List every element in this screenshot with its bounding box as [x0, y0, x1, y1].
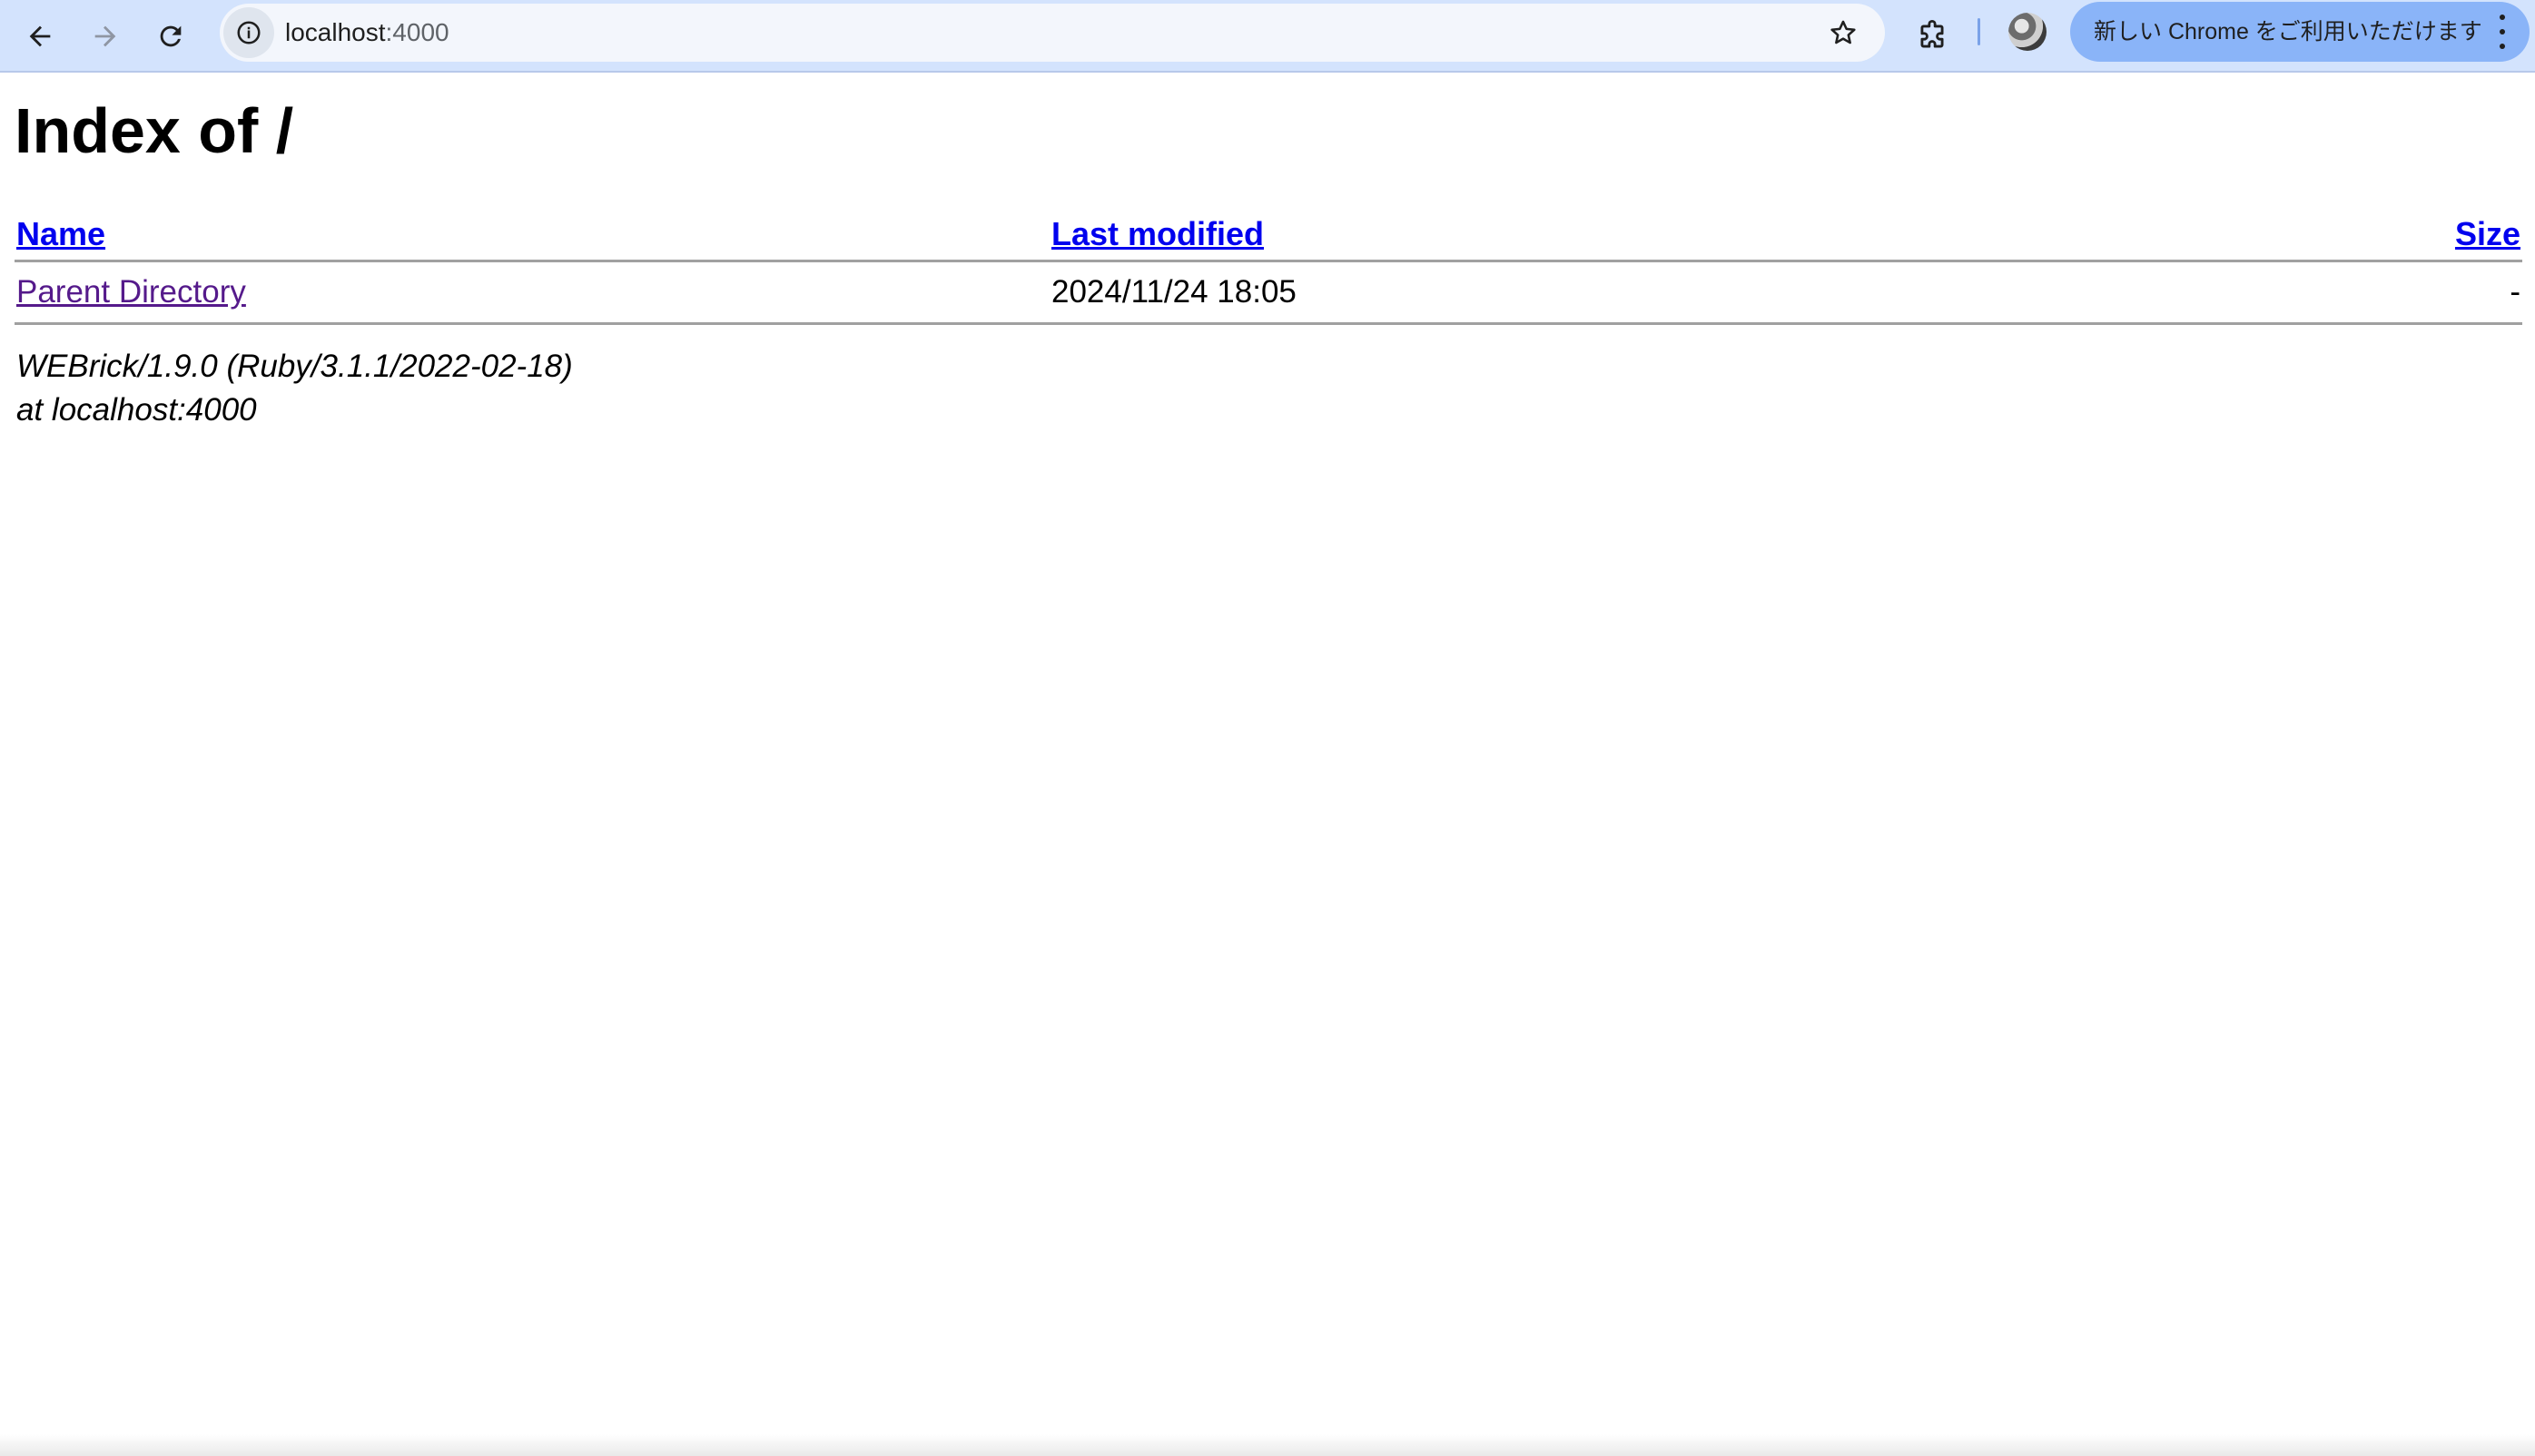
profile-avatar[interactable] [2008, 13, 2047, 51]
chrome-update-button[interactable]: 新しい Chrome をご利用いただけます [2070, 2, 2530, 62]
entry-last-modified: 2024/11/24 18:05 [1051, 274, 1297, 310]
page-content: Index of / Name Last modified Size Paren… [0, 73, 2535, 1456]
entry-size: - [2510, 274, 2520, 310]
window-bottom-edge [0, 1434, 2535, 1456]
address-bar[interactable]: localhost:4000 [220, 4, 1885, 62]
update-button-label: 新しい Chrome をご利用いただけます [2094, 19, 2482, 44]
parent-directory-link[interactable]: Parent Directory [16, 262, 246, 322]
extensions-puzzle-icon [1920, 20, 1944, 48]
back-button[interactable] [15, 11, 65, 62]
extensions-button[interactable] [1907, 11, 1958, 62]
table-row: Parent Directory 2024/11/24 18:05 - [15, 262, 2522, 322]
site-info-button[interactable] [223, 7, 274, 58]
server-signature: WEBrick/1.9.0 (Ruby/3.1.1/2022-02-18) [16, 349, 573, 384]
forward-button[interactable] [80, 11, 131, 62]
listing-divider [15, 322, 2522, 325]
sort-by-size-link[interactable]: Size [2455, 209, 2520, 260]
toolbar-separator [1978, 18, 1980, 45]
sort-by-last-modified-link[interactable]: Last modified [1051, 209, 1264, 260]
url-port: :4000 [385, 18, 449, 46]
info-icon [237, 21, 261, 44]
more-vert-icon[interactable] [2493, 15, 2511, 49]
url-host: localhost [285, 18, 386, 46]
url-text[interactable]: localhost:4000 [285, 4, 449, 62]
back-arrow-icon [29, 25, 51, 47]
bookmark-button[interactable] [1821, 11, 1865, 54]
listing-header-row: Name Last modified Size [15, 209, 2522, 260]
server-host: at localhost:4000 [16, 392, 257, 428]
browser-toolbar: localhost:4000 新しい Chrome をご利用いただけます [0, 0, 2535, 73]
page-title: Index of / [15, 95, 294, 166]
reload-button[interactable] [145, 11, 196, 62]
star-icon [1830, 20, 1856, 44]
server-footer: WEBrick/1.9.0 (Ruby/3.1.1/2022-02-18) at… [16, 345, 573, 432]
reload-icon [160, 25, 182, 47]
forward-arrow-icon [94, 25, 116, 47]
directory-listing: Name Last modified Size Parent Directory… [15, 209, 2522, 325]
sort-by-name-link[interactable]: Name [16, 209, 105, 260]
